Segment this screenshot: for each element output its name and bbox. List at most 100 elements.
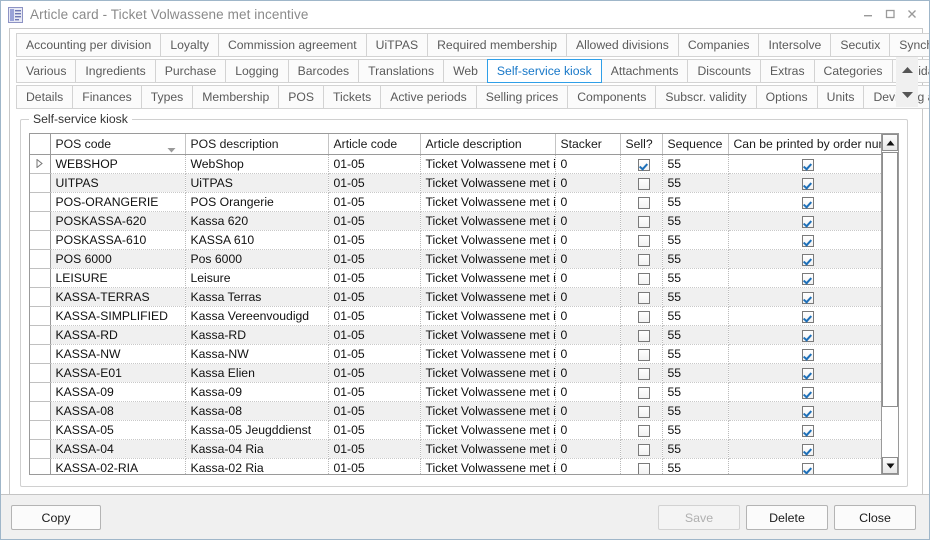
printable-check-icon[interactable]	[802, 273, 814, 285]
sell-check-icon[interactable]	[638, 273, 650, 285]
cell-article-description[interactable]: Ticket Volwassene met i...	[420, 250, 555, 269]
cell-article-code[interactable]: 01-05	[328, 155, 420, 174]
cell-article-description[interactable]: Ticket Volwassene met i...	[420, 212, 555, 231]
cell-pos-description[interactable]: Kassa-09	[185, 383, 328, 402]
cell-printable-checkbox[interactable]	[728, 231, 881, 250]
printable-check-icon[interactable]	[802, 406, 814, 418]
tab-secutix[interactable]: Secutix	[830, 33, 890, 57]
cell-printable-checkbox[interactable]	[728, 402, 881, 421]
cell-pos-description[interactable]: Kassa Vereenvoudigd	[185, 307, 328, 326]
printable-check-icon[interactable]	[802, 330, 814, 342]
cell-stacker[interactable]: 0	[555, 212, 620, 231]
cell-pos-description[interactable]: Kassa-08	[185, 402, 328, 421]
cell-stacker[interactable]: 0	[555, 250, 620, 269]
column-header-stacker[interactable]: Stacker	[555, 134, 620, 155]
cell-pos-description[interactable]: KASSA 610	[185, 231, 328, 250]
cell-sell-checkbox[interactable]	[620, 231, 662, 250]
tab-details[interactable]: Details	[16, 85, 73, 109]
cell-pos-code[interactable]: KASSA-E01	[50, 364, 185, 383]
tab-synchronisations[interactable]: Synchronisations	[889, 33, 930, 57]
scrollbar-thumb[interactable]	[882, 152, 898, 407]
cell-sell-checkbox[interactable]	[620, 345, 662, 364]
table-row[interactable]: POS-ORANGERIEPOS Orangerie01-05Ticket Vo…	[30, 193, 881, 212]
table-row[interactable]: KASSA-05Kassa-05 Jeugddienst01-05Ticket …	[30, 421, 881, 440]
cell-article-description[interactable]: Ticket Volwassene met i...	[420, 345, 555, 364]
tab-various[interactable]: Various	[16, 59, 76, 83]
cell-pos-code[interactable]: KASSA-NW	[50, 345, 185, 364]
cell-article-description[interactable]: Ticket Volwassene met i...	[420, 307, 555, 326]
cell-article-code[interactable]: 01-05	[328, 193, 420, 212]
cell-stacker[interactable]: 0	[555, 364, 620, 383]
cell-stacker[interactable]: 0	[555, 193, 620, 212]
tab-options[interactable]: Options	[756, 85, 818, 109]
cell-printable-checkbox[interactable]	[728, 440, 881, 459]
sell-check-icon[interactable]	[638, 406, 650, 418]
cell-article-code[interactable]: 01-05	[328, 288, 420, 307]
cell-stacker[interactable]: 0	[555, 307, 620, 326]
cell-article-code[interactable]: 01-05	[328, 326, 420, 345]
cell-article-description[interactable]: Ticket Volwassene met i...	[420, 459, 555, 475]
cell-sequence[interactable]: 55	[662, 364, 728, 383]
cell-article-code[interactable]: 01-05	[328, 440, 420, 459]
tab-categories[interactable]: Categories	[814, 59, 893, 83]
tab-extras[interactable]: Extras	[760, 59, 815, 83]
printable-check-icon[interactable]	[802, 425, 814, 437]
tab-attachments[interactable]: Attachments	[601, 59, 689, 83]
printable-check-icon[interactable]	[802, 254, 814, 266]
cell-pos-code[interactable]: POS 6000	[50, 250, 185, 269]
tab-membership[interactable]: Membership	[192, 85, 279, 109]
maximize-button[interactable]	[879, 5, 901, 23]
cell-article-description[interactable]: Ticket Volwassene met i...	[420, 231, 555, 250]
cell-stacker[interactable]: 0	[555, 383, 620, 402]
cell-printable-checkbox[interactable]	[728, 345, 881, 364]
cell-sequence[interactable]: 55	[662, 193, 728, 212]
cell-sell-checkbox[interactable]	[620, 212, 662, 231]
column-header-printable[interactable]: Can be printed by order number	[728, 134, 881, 155]
cell-pos-code[interactable]: KASSA-05	[50, 421, 185, 440]
column-header-sell[interactable]: Sell?	[620, 134, 662, 155]
tab-ingredients[interactable]: Ingredients	[75, 59, 155, 83]
cell-pos-description[interactable]: Pos 6000	[185, 250, 328, 269]
tab-uitpas[interactable]: UiTPAS	[366, 33, 428, 57]
cell-stacker[interactable]: 0	[555, 269, 620, 288]
row-selector-cell[interactable]	[30, 212, 50, 231]
cell-sell-checkbox[interactable]	[620, 364, 662, 383]
cell-sell-checkbox[interactable]	[620, 193, 662, 212]
cell-pos-code[interactable]: KASSA-SIMPLIFIED	[50, 307, 185, 326]
table-row[interactable]: UITPASUiTPAS01-05Ticket Volwassene met i…	[30, 174, 881, 193]
cell-stacker[interactable]: 0	[555, 326, 620, 345]
row-selector-cell[interactable]	[30, 326, 50, 345]
sell-check-icon[interactable]	[638, 349, 650, 361]
cell-pos-description[interactable]: Kassa 620	[185, 212, 328, 231]
column-header-sequence[interactable]: Sequence	[662, 134, 728, 155]
cell-pos-code[interactable]: UITPAS	[50, 174, 185, 193]
close-dialog-button[interactable]: Close	[834, 505, 916, 530]
sell-check-icon[interactable]	[638, 254, 650, 266]
cell-sequence[interactable]: 55	[662, 345, 728, 364]
cell-article-description[interactable]: Ticket Volwassene met i...	[420, 421, 555, 440]
tab-self-service-kiosk[interactable]: Self-service kiosk	[487, 59, 602, 83]
cell-sell-checkbox[interactable]	[620, 326, 662, 345]
cell-sell-checkbox[interactable]	[620, 459, 662, 475]
row-selector-cell[interactable]	[30, 440, 50, 459]
cell-sell-checkbox[interactable]	[620, 440, 662, 459]
table-row[interactable]: KASSA-TERRASKassa Terras01-05Ticket Volw…	[30, 288, 881, 307]
cell-pos-description[interactable]: Kassa Terras	[185, 288, 328, 307]
cell-pos-code[interactable]: KASSA-08	[50, 402, 185, 421]
tab-allowed-divisions[interactable]: Allowed divisions	[566, 33, 679, 57]
scroll-down-icon[interactable]	[900, 89, 914, 101]
pos-grid[interactable]: POS code POS description Article code Ar…	[29, 133, 899, 475]
row-selector-cell[interactable]	[30, 288, 50, 307]
cell-stacker[interactable]: 0	[555, 440, 620, 459]
cell-article-code[interactable]: 01-05	[328, 459, 420, 475]
table-row[interactable]: WEBSHOPWebShop01-05Ticket Volwassene met…	[30, 155, 881, 174]
tab-finances[interactable]: Finances	[72, 85, 141, 109]
column-header-article-description[interactable]: Article description	[420, 134, 555, 155]
row-selector-cell[interactable]	[30, 383, 50, 402]
printable-check-icon[interactable]	[802, 368, 814, 380]
row-selector-cell[interactable]	[30, 364, 50, 383]
printable-check-icon[interactable]	[802, 387, 814, 399]
cell-pos-code[interactable]: KASSA-04	[50, 440, 185, 459]
tab-pos[interactable]: POS	[278, 85, 324, 109]
cell-sequence[interactable]: 55	[662, 326, 728, 345]
